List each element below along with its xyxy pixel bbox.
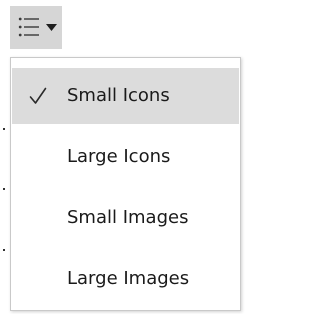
stage: Small Icons Large Icons Small Images Lar…	[0, 0, 243, 314]
menu-item-label: Large Icons	[67, 146, 171, 167]
view-options-button[interactable]	[10, 6, 62, 49]
list-icon	[18, 17, 39, 37]
menu-item-label: Large Images	[67, 268, 190, 289]
background-mark	[3, 249, 5, 251]
menu-item-large-images[interactable]: Large Images	[12, 251, 239, 307]
menu-item-label: Small Images	[67, 207, 189, 228]
caret-down-icon	[46, 24, 57, 31]
view-options-menu: Small Icons Large Icons Small Images Lar…	[10, 57, 241, 311]
menu-item-large-icons[interactable]: Large Icons	[12, 129, 239, 185]
check-icon	[29, 87, 47, 104]
menu-item-small-icons[interactable]: Small Icons	[12, 68, 239, 124]
background-mark	[3, 188, 5, 190]
background-mark	[3, 128, 5, 130]
menu-item-label: Small Icons	[67, 85, 170, 106]
menu-item-small-images[interactable]: Small Images	[12, 190, 239, 246]
